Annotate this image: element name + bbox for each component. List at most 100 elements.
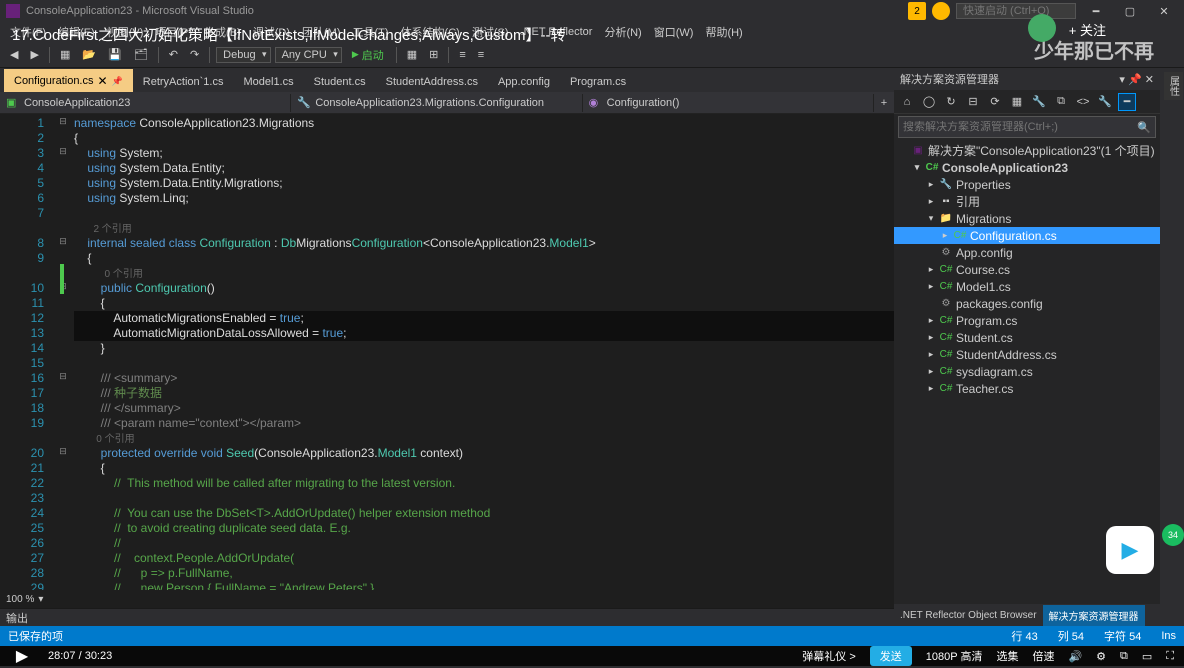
follow-button[interactable]: + 关注 — [1069, 20, 1106, 39]
tree-node[interactable]: ⚙App.config — [894, 244, 1160, 261]
menu-item[interactable]: 帮助(H) — [701, 24, 746, 40]
tree-node[interactable]: ⚙packages.config — [894, 295, 1160, 312]
refresh-icon[interactable]: ⟳ — [986, 93, 1004, 111]
play-button[interactable]: ▶ — [10, 644, 34, 668]
notify-icon[interactable]: 2 — [908, 2, 926, 20]
code-editor[interactable]: 1234567891011121314151617181920212223242… — [0, 114, 894, 590]
quick-launch-input[interactable] — [956, 3, 1076, 19]
tree-node[interactable]: ▸🔧Properties — [894, 176, 1160, 193]
pane-close-icon[interactable]: ✕ — [1145, 74, 1154, 86]
wide-icon[interactable]: ▭ — [1142, 650, 1152, 663]
output-panel-title[interactable]: 输出 — [0, 608, 894, 626]
tree-twisty-icon[interactable]: ▸ — [926, 332, 936, 343]
run-button[interactable]: 启动 — [346, 45, 390, 65]
document-tab[interactable]: Program.cs — [560, 71, 636, 92]
tree-node[interactable]: ▸C#Configuration.cs — [894, 227, 1160, 244]
tree-twisty-icon[interactable]: ▸ — [940, 230, 950, 241]
showall-icon[interactable]: ▦ — [1008, 93, 1026, 111]
tree-twisty-icon[interactable]: ▸ — [926, 196, 936, 207]
redo-icon[interactable]: ↷ — [186, 46, 203, 63]
home-icon[interactable]: ⌂ — [898, 93, 916, 111]
minimize-icon[interactable]: ━ — [1082, 1, 1110, 21]
nav-class[interactable]: 🔧ConsoleApplication23.Migrations.Configu… — [291, 94, 582, 112]
bili-play-icon[interactable]: ▶ — [1106, 526, 1154, 574]
tree-node[interactable]: ▸C#Teacher.cs — [894, 380, 1160, 397]
properties-icon[interactable]: 🔧 — [1030, 93, 1048, 111]
tab-close-icon[interactable]: ✕ — [98, 74, 108, 88]
nav-back-icon[interactable]: ◀ — [6, 46, 22, 63]
tb-icon-1[interactable]: ▦ — [403, 46, 421, 63]
platform-dropdown[interactable]: Any CPU — [275, 47, 342, 63]
nav-add-icon[interactable]: + — [874, 97, 894, 109]
tree-twisty-icon[interactable]: ▸ — [926, 349, 936, 360]
undo-icon[interactable]: ↶ — [165, 46, 182, 63]
solexp-search[interactable]: 🔍 — [898, 116, 1156, 138]
tree-twisty-icon[interactable]: ▸ — [926, 315, 936, 326]
tree-node[interactable]: ▣解决方案"ConsoleApplication23"(1 个项目) — [894, 142, 1160, 159]
volume-icon[interactable]: 🔊 — [1068, 650, 1082, 663]
tree-node[interactable]: ▸C#Student.cs — [894, 329, 1160, 346]
fullscreen-icon[interactable]: ⛶ — [1166, 650, 1174, 663]
tree-twisty-icon[interactable]: ▸ — [926, 383, 936, 394]
menu-item[interactable]: 窗口(W) — [650, 24, 698, 40]
danmu-hint[interactable]: 弹幕礼仪 > — [802, 648, 855, 664]
tb-icon-3[interactable]: ≡ — [455, 47, 469, 63]
pane-dropdown-icon[interactable]: ▾ — [1119, 74, 1125, 86]
solexp-search-input[interactable] — [903, 121, 1137, 133]
maximize-icon[interactable]: ▢ — [1116, 1, 1144, 21]
search-icon[interactable]: 🔍 — [1137, 121, 1151, 134]
collapse-icon[interactable]: ⊟ — [964, 93, 982, 111]
tree-node[interactable]: ▸C#Program.cs — [894, 312, 1160, 329]
tree-node[interactable]: ▸C#Course.cs — [894, 261, 1160, 278]
document-tab[interactable]: Student.cs — [304, 71, 376, 92]
wrench-icon[interactable]: 🔧 — [1096, 93, 1114, 111]
tree-twisty-icon[interactable]: ▸ — [926, 179, 936, 190]
nav-member[interactable]: ◉Configuration() — [583, 94, 874, 112]
tree-twisty-icon[interactable]: ▸ — [926, 264, 936, 275]
pane-pin-icon[interactable]: 📌 — [1128, 74, 1142, 86]
tree-node[interactable]: ▸C#Model1.cs — [894, 278, 1160, 295]
tree-node[interactable]: ▾📁Migrations — [894, 210, 1160, 227]
document-tab[interactable]: RetryAction`1.cs — [133, 71, 234, 92]
pane-tab-solexp[interactable]: 解决方案资源管理器 — [1043, 605, 1145, 626]
document-tab[interactable]: StudentAddress.cs — [376, 71, 488, 92]
save-icon[interactable]: 💾 — [104, 46, 126, 63]
tree-node[interactable]: ▾C#ConsoleApplication23 — [894, 159, 1160, 176]
settings-icon[interactable]: ⚙ — [1096, 650, 1106, 663]
tree-twisty-icon[interactable]: ▸ — [926, 281, 936, 292]
open-icon[interactable]: 📂 — [78, 46, 100, 63]
document-tab[interactable]: Configuration.cs✕ — [4, 69, 133, 92]
menu-item[interactable]: 分析(N) — [600, 24, 645, 40]
quality-button[interactable]: 1080P 高清 — [926, 648, 983, 664]
tree-twisty-icon[interactable]: ▾ — [912, 162, 922, 173]
tb-icon-4[interactable]: ≡ — [474, 47, 488, 63]
tree-twisty-icon[interactable]: ▸ — [926, 366, 936, 377]
config-dropdown[interactable]: Debug — [216, 47, 270, 63]
pip-icon[interactable]: ⧉ — [1120, 650, 1128, 663]
docked-tool-1[interactable]: 属性 — [1164, 72, 1183, 100]
close-icon[interactable]: ✕ — [1150, 1, 1178, 21]
tb-icon-2[interactable]: ⊞ — [425, 46, 442, 63]
feedback-icon[interactable] — [932, 2, 950, 20]
tree-node[interactable]: ▸C#sysdiagram.cs — [894, 363, 1160, 380]
nav-fwd-icon[interactable]: ▶ — [26, 46, 42, 63]
episode-button[interactable]: 选集 — [996, 648, 1018, 664]
code-icon[interactable]: <> — [1074, 93, 1092, 111]
back-icon[interactable]: ◯ — [920, 93, 938, 111]
new-project-icon[interactable]: ▦ — [56, 46, 74, 63]
pane-tab-reflector[interactable]: .NET Reflector Object Browser — [894, 607, 1043, 624]
speed-button[interactable]: 倍速 — [1032, 648, 1054, 664]
tree-twisty-icon[interactable]: ▾ — [926, 213, 936, 224]
tree-node[interactable]: ▸C#StudentAddress.cs — [894, 346, 1160, 363]
sync-icon[interactable]: ↻ — [942, 93, 960, 111]
tree-node[interactable]: ▸▪▪引用 — [894, 193, 1160, 210]
preview-icon[interactable]: ⧉ — [1052, 93, 1070, 111]
view-icon[interactable]: ━ — [1118, 93, 1136, 111]
document-tab[interactable]: Model1.cs — [233, 71, 303, 92]
green-badge[interactable]: 34 — [1162, 524, 1184, 546]
nav-project[interactable]: ▣ConsoleApplication23 — [0, 94, 291, 112]
save-all-icon[interactable]: 🗂 — [130, 46, 152, 63]
send-button[interactable]: 发送 — [870, 646, 912, 666]
document-tab[interactable]: App.config — [488, 71, 560, 92]
avatar[interactable] — [1028, 14, 1056, 42]
